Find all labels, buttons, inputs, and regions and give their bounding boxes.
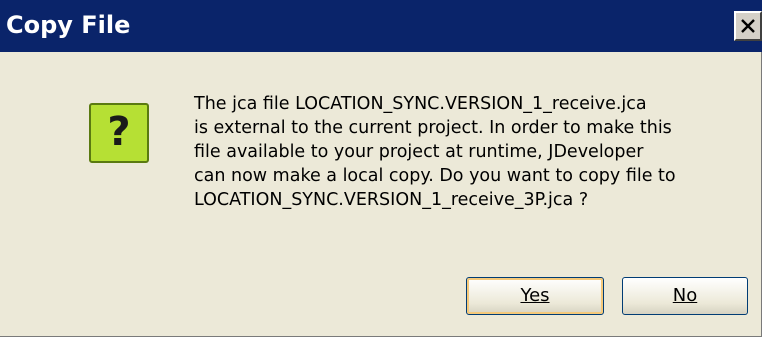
dialog-message: The jca file LOCATION_SYNC.VERSION_1_rec… <box>194 92 754 212</box>
title-bar[interactable]: Copy File <box>0 0 762 52</box>
question-icon: ? <box>89 103 149 163</box>
close-icon <box>741 19 755 33</box>
close-button[interactable] <box>734 11 762 41</box>
no-button-label: No <box>672 285 698 306</box>
question-mark-glyph: ? <box>107 109 131 155</box>
copy-file-dialog: Copy File ? The jca file LOCATION_SYNC.V… <box>0 0 762 337</box>
message-line: The jca file LOCATION_SYNC.VERSION_1_rec… <box>194 94 647 114</box>
message-line: LOCATION_SYNC.VERSION_1_receive_3P.jca ? <box>194 190 589 210</box>
message-line: file available to your project at runtim… <box>194 142 644 162</box>
yes-button[interactable]: Yes <box>466 277 604 315</box>
message-line: can now make a local copy. Do you want t… <box>194 166 676 186</box>
message-line: is external to the current project. In o… <box>194 118 672 138</box>
dialog-title: Copy File <box>6 11 131 39</box>
no-button[interactable]: No <box>622 277 748 315</box>
yes-button-label: Yes <box>520 285 550 306</box>
